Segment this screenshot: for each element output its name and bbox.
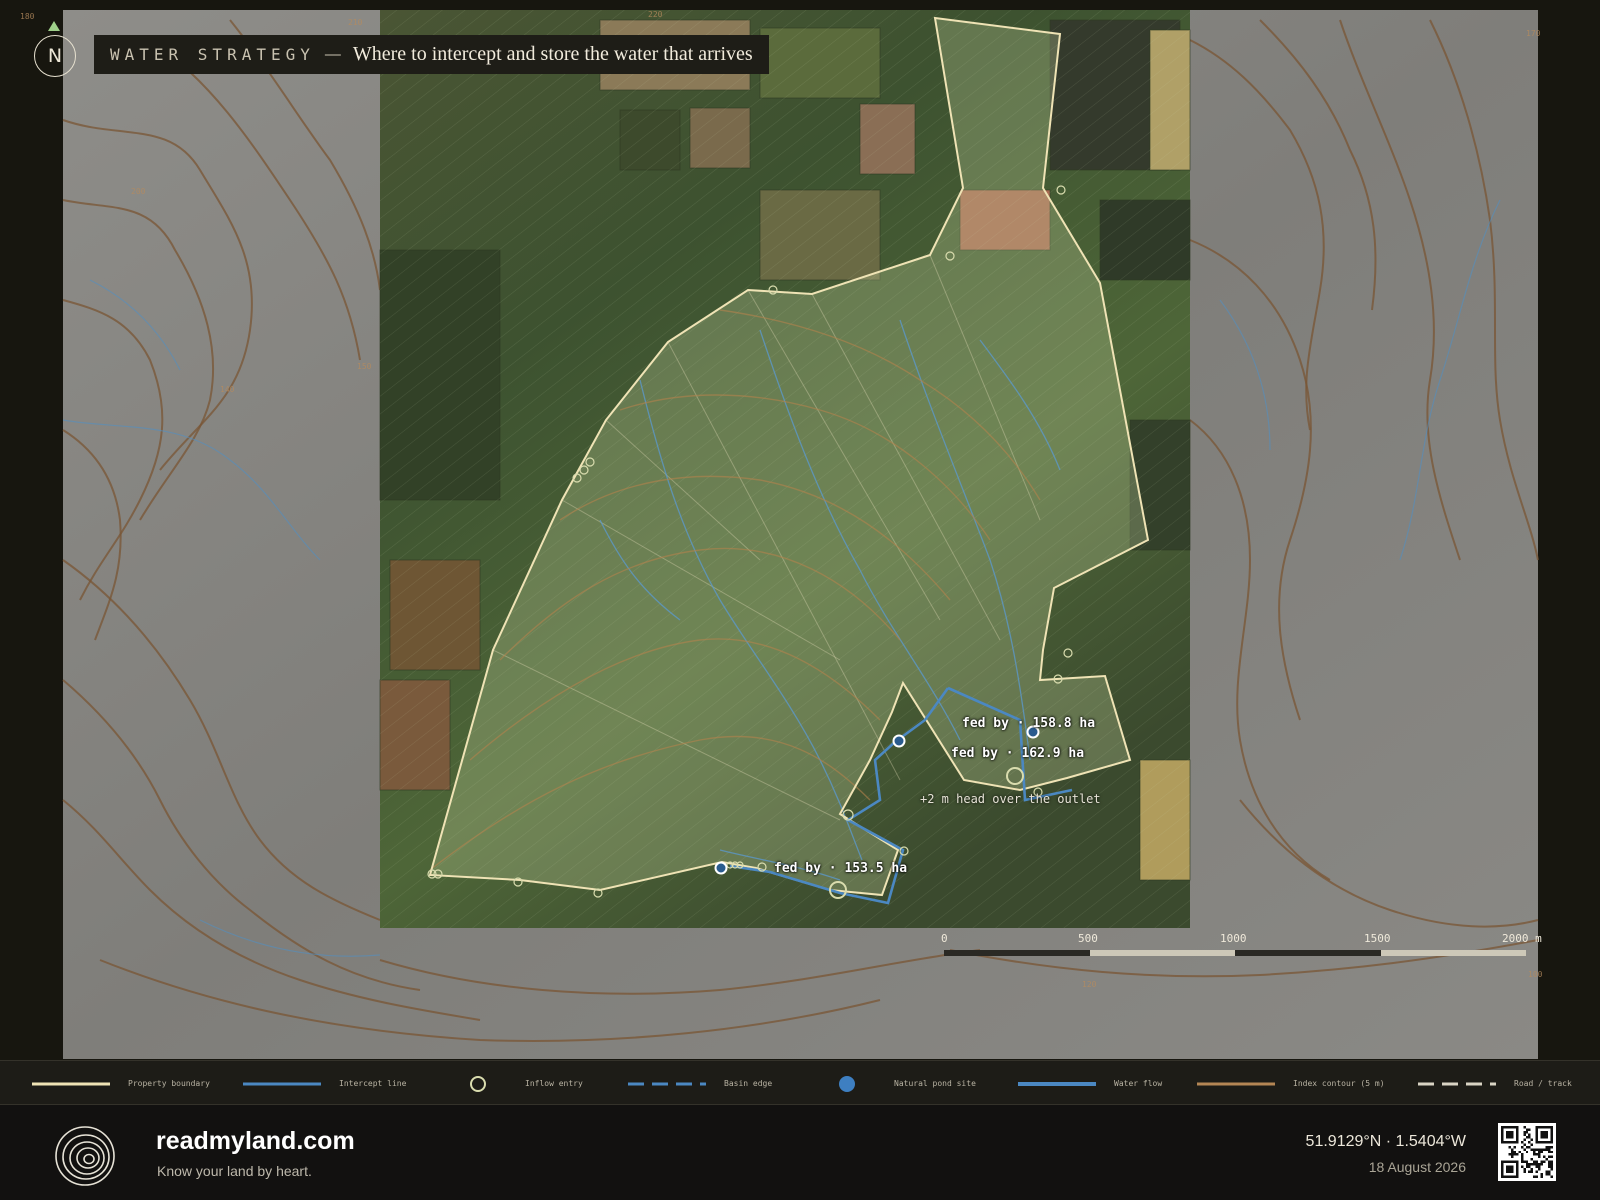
coordinates-readout: 51.9129°N · 1.5404°W [1305, 1133, 1466, 1150]
scale-bar [944, 950, 1526, 956]
north-label: N [47, 45, 63, 67]
brand-tagline: Know your land by heart. [157, 1163, 312, 1179]
brand-name[interactable]: readmyland.com [156, 1127, 355, 1156]
legend-label: Water flow [1114, 1079, 1163, 1088]
map-legend: Property boundary Intercept line Inflow … [0, 1060, 1600, 1105]
basin-edge-swatch-icon [628, 1082, 706, 1085]
concentric-contour-logo-icon [55, 1126, 115, 1186]
legend-item-index-contour: Index contour (5 m) [1197, 1061, 1385, 1106]
title-subtitle: Where to intercept and store the water t… [352, 43, 753, 65]
contour-label: 100 [1528, 970, 1543, 979]
contour-label: 140 [220, 385, 235, 394]
north-indicator: N [34, 35, 76, 77]
legend-item-basin-edge: Basin edge [628, 1061, 772, 1106]
scale-label: 1500 [1364, 932, 1391, 945]
scale-label: 0 [941, 932, 948, 945]
contour-label: 170 [1526, 29, 1541, 38]
legend-label: Basin edge [724, 1079, 773, 1088]
road-track-swatch-icon [1418, 1082, 1496, 1085]
legend-label: Natural pond site [894, 1079, 976, 1088]
head-note: +2 m head over the outlet [920, 792, 1101, 806]
pond-dot-swatch-icon [839, 1075, 855, 1092]
intercept-line-swatch-icon [243, 1082, 321, 1085]
legend-label: Property boundary [128, 1079, 210, 1088]
legend-item-natural-pond-site: Natural pond site [838, 1061, 976, 1106]
title-kicker: WATER STRATEGY [110, 45, 315, 64]
contour-label: 220 [648, 10, 663, 19]
contour-label: 150 [357, 362, 372, 371]
property-boundary-swatch-icon [32, 1082, 110, 1085]
catchment-label: fed by · 158.8 ha [962, 716, 1096, 731]
contour-label: 120 [1082, 980, 1097, 989]
legend-item-road-track: Road / track [1418, 1061, 1572, 1106]
contour-label: 210 [348, 18, 363, 27]
legend-label: Index contour (5 m) [1293, 1079, 1385, 1088]
map-title: WATER STRATEGY — Where to intercept and … [94, 35, 769, 74]
water-flow-swatch-icon [1018, 1081, 1096, 1086]
scale-label: 500 [1078, 932, 1098, 945]
qr-code-icon[interactable] [1498, 1123, 1556, 1181]
legend-label: Inflow entry [525, 1079, 583, 1088]
catchment-label: fed by · 153.5 ha [774, 861, 908, 876]
title-separator: — [324, 45, 341, 63]
legend-item-water-flow: Water flow [1018, 1061, 1162, 1106]
contour-label: 180 [20, 12, 35, 21]
legend-label: Road / track [1514, 1079, 1572, 1088]
scale-label: 2000 m [1502, 932, 1542, 945]
contour-label: 200 [131, 187, 146, 196]
map-date: 18 August 2026 [1368, 1159, 1466, 1175]
legend-label: Intercept line [339, 1079, 407, 1088]
legend-item-intercept-line: Intercept line [243, 1061, 406, 1106]
map-view[interactable]: 180 210 220 170 200 150 140 120 100 N WA… [0, 0, 1600, 1060]
legend-item-inflow-entry: Inflow entry [469, 1061, 583, 1106]
index-contour-swatch-icon [1197, 1082, 1275, 1085]
scale-label: 1000 [1220, 932, 1247, 945]
north-arrow-icon [48, 21, 60, 31]
inflow-ring-swatch-icon [470, 1075, 486, 1092]
legend-item-property-boundary: Property boundary [32, 1061, 210, 1106]
footer: readmyland.com Know your land by heart. … [0, 1105, 1600, 1200]
catchment-label: fed by · 162.9 ha [951, 746, 1085, 761]
